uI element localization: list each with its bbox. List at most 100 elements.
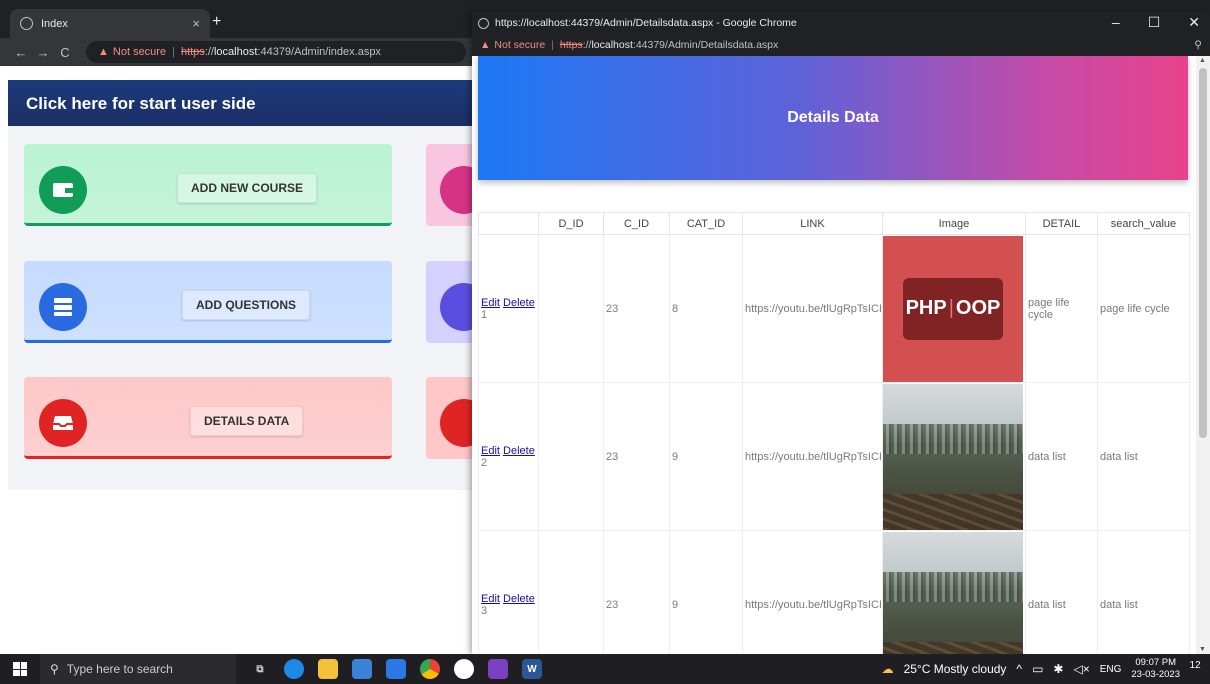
edit-link[interactable]: Edit	[481, 297, 500, 309]
store-icon[interactable]	[352, 659, 372, 679]
url-sep: ://	[204, 46, 214, 58]
cat-id-cell: 9	[669, 382, 743, 531]
forward-arrow-icon[interactable]: →	[32, 45, 54, 60]
popup-address-bar[interactable]: ▲ Not secure | https://localhost:44379/A…	[472, 34, 1210, 56]
url-rest: :44379/Admin/Detailsdata.aspx	[632, 39, 779, 51]
scroll-up-icon[interactable]: ▲	[1199, 57, 1206, 64]
cat-id-cell: 9	[669, 530, 743, 654]
notification-icon[interactable]: 12	[1186, 660, 1204, 678]
bluetooth-icon[interactable]: ✱	[1053, 662, 1063, 676]
table-row: Edit Delete 1 23 8 https://youtu.be/tlUg…	[478, 234, 1190, 383]
action-cell: Edit Delete 1	[478, 234, 539, 383]
visual-studio-icon[interactable]	[488, 659, 508, 679]
edge-icon[interactable]	[284, 659, 304, 679]
card-partial-2	[426, 261, 488, 343]
scroll-thumb[interactable]	[1199, 68, 1207, 438]
weather-text[interactable]: 25°C Mostly cloudy	[904, 662, 1007, 676]
window-controls: – ☐ ✕	[1112, 14, 1200, 31]
card-partial-3	[426, 377, 488, 459]
url-host: localhost	[591, 39, 633, 51]
security-label: Not secure	[494, 39, 546, 51]
security-label: Not secure	[112, 46, 167, 58]
language-indicator[interactable]: ENG	[1100, 664, 1122, 675]
separator: |	[172, 46, 175, 58]
link-cell: https://youtu.be/tlUgRpTsICI	[742, 234, 883, 383]
column-header: C_ID	[603, 212, 670, 235]
new-tab-button[interactable]: +	[212, 13, 221, 31]
popup-window-title: https://localhost:44379/Admin/Detailsdat…	[495, 17, 797, 29]
user-side-link[interactable]: Click here for start user side	[8, 80, 474, 126]
detail-cell: data list	[1024, 382, 1098, 531]
column-header: LINK	[742, 212, 883, 235]
column-header: search_value	[1096, 212, 1190, 235]
zoom-icon[interactable]: ⚲	[1194, 39, 1202, 51]
url-scheme: https	[559, 39, 583, 51]
tab-title: Index	[41, 17, 68, 30]
table-row: Edit Delete 3 23 9 https://youtu.be/tlUg…	[478, 530, 1190, 654]
minimize-icon[interactable]: –	[1112, 14, 1120, 31]
image-cell	[881, 530, 1026, 654]
reload-icon[interactable]: C	[54, 45, 76, 60]
logs	[882, 493, 1023, 530]
d-id-cell: 1	[481, 308, 488, 321]
url-scheme: https	[180, 46, 205, 58]
card-partial-1	[426, 144, 488, 226]
edit-link[interactable]: Edit	[481, 445, 500, 457]
add-questions-button[interactable]: ADD QUESTIONS	[182, 290, 311, 320]
add-questions-card: ADD QUESTIONS	[24, 261, 392, 343]
details-data-button[interactable]: DETAILS DATA	[190, 406, 304, 436]
table-row: Edit Delete 2 23 9 https://youtu.be/tlUg…	[478, 382, 1190, 531]
clock[interactable]: 09:07 PM 23-03-2023	[1131, 657, 1180, 681]
popup-scrollbar[interactable]: ▲ ▼	[1196, 56, 1210, 654]
link-cell: https://youtu.be/tlUgRpTsICI	[742, 530, 883, 654]
taskbar-search[interactable]: ⚲ Type here to search	[40, 654, 236, 684]
column-header: DETAIL	[1024, 212, 1098, 235]
column-header: CAT_ID	[669, 212, 743, 235]
delete-link[interactable]: Delete	[503, 445, 535, 457]
add-new-course-button[interactable]: ADD NEW COURSE	[177, 173, 318, 203]
add-new-course-card: ADD NEW COURSE	[24, 144, 392, 226]
column-header	[478, 212, 539, 235]
column-header: Image	[881, 212, 1026, 235]
globe-icon	[20, 17, 33, 30]
spacer-cell	[538, 234, 604, 383]
word-icon[interactable]: W	[522, 659, 542, 679]
search-value-cell: data list	[1096, 382, 1190, 531]
chevron-up-icon[interactable]: ^	[1016, 662, 1022, 676]
delete-link[interactable]: Delete	[503, 297, 535, 309]
warning-icon: ▲	[480, 39, 491, 51]
close-tab-icon[interactable]: ×	[192, 16, 200, 31]
link-cell: https://youtu.be/tlUgRpTsICI	[742, 382, 883, 531]
app-icon[interactable]	[454, 659, 474, 679]
back-arrow-icon[interactable]: ←	[10, 45, 32, 60]
c-id-cell: 23	[603, 530, 670, 654]
maximize-icon[interactable]: ☐	[1148, 14, 1161, 31]
scroll-down-icon[interactable]: ▼	[1199, 646, 1206, 653]
php-badge-left: PHP	[905, 297, 947, 319]
logs	[882, 641, 1023, 654]
start-button[interactable]	[0, 662, 40, 676]
warning-icon: ▲	[98, 46, 109, 58]
task-view-icon[interactable]: ⧉	[250, 659, 270, 679]
file-explorer-icon[interactable]	[318, 659, 338, 679]
chrome-icon[interactable]	[420, 659, 440, 679]
php-oop-badge: PHP | OOP	[902, 277, 1003, 340]
mail-icon[interactable]	[386, 659, 406, 679]
action-cell: Edit Delete 3	[478, 530, 539, 654]
image-cell	[881, 382, 1026, 531]
url-sep: ://	[582, 39, 592, 51]
notification-count: 12	[1189, 660, 1201, 671]
network-icon[interactable]: ▭	[1032, 662, 1043, 676]
volume-icon[interactable]: ◁×	[1073, 662, 1089, 676]
tab-index[interactable]: Index ×	[10, 9, 210, 38]
windows-taskbar: ⚲ Type here to search ⧉ W ☁ 25°C Mostly …	[0, 654, 1210, 684]
delete-link[interactable]: Delete	[503, 593, 535, 605]
edit-link[interactable]: Edit	[481, 593, 500, 605]
close-icon[interactable]: ✕	[1188, 14, 1200, 31]
badge-bar: |	[948, 297, 954, 319]
system-tray: ☁ 25°C Mostly cloudy ^ ▭ ✱ ◁× ENG 09:07 …	[882, 654, 1180, 684]
globe-icon	[478, 17, 489, 29]
url-rest: :44379/Admin/index.aspx	[257, 46, 381, 58]
search-value-cell: page life cycle	[1096, 234, 1190, 383]
address-bar[interactable]: ▲ Not secure | https://localhost:44379/A…	[86, 41, 466, 63]
